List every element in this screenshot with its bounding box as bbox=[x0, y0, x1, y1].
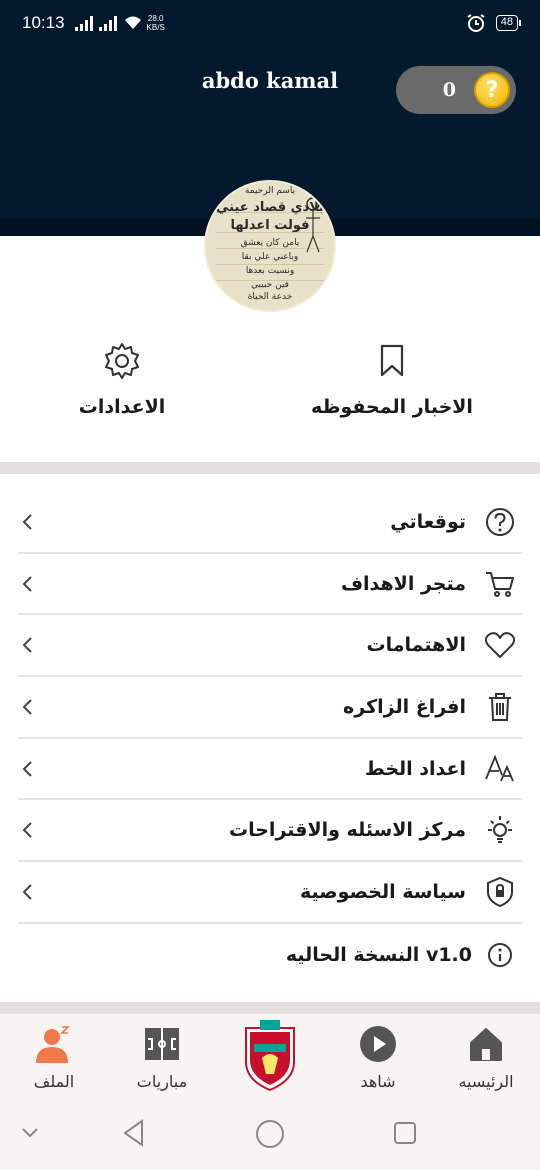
menu-item-label: متجر الاهداف bbox=[340, 572, 466, 595]
saved-news-label: الاخبار المحفوظه bbox=[311, 396, 473, 418]
home-icon bbox=[470, 1028, 502, 1061]
play-icon bbox=[360, 1026, 396, 1062]
settings-button[interactable]: الاعدادات bbox=[12, 340, 232, 418]
home-circle-icon[interactable] bbox=[254, 1118, 286, 1150]
chevron-left-icon bbox=[22, 637, 32, 653]
nav-profile-label: الملف bbox=[33, 1072, 75, 1091]
menu-item-label: افراغ الزاكره bbox=[343, 695, 466, 718]
menu-item-label: النسخة الحاليه v1.0 bbox=[285, 943, 472, 966]
avatar-handwriting: باسم الرحيمة bbox=[244, 186, 296, 196]
menu-item-label: توقعاتي bbox=[390, 510, 466, 533]
trash-icon bbox=[489, 692, 511, 721]
chevron-left-icon bbox=[22, 884, 32, 900]
saved-news-button[interactable]: الاخبار المحفوظه bbox=[282, 340, 502, 418]
menu-item-clear-cache[interactable]: افراغ الزاكره bbox=[18, 677, 522, 739]
bookmark-icon bbox=[380, 344, 404, 377]
back-icon[interactable] bbox=[120, 1118, 148, 1148]
quick-actions: الاخبار المحفوظه الاعدادات bbox=[0, 340, 540, 440]
alarm-icon bbox=[467, 14, 485, 32]
signal-icon bbox=[74, 15, 93, 31]
nav-profile[interactable]: الملف bbox=[6, 1024, 102, 1091]
avatar-sketch-icon bbox=[306, 197, 320, 253]
shield-lock-icon bbox=[487, 876, 513, 908]
question-circle-icon bbox=[486, 507, 514, 536]
liverpool-crest-icon bbox=[245, 1020, 295, 1092]
menu-item-privacy-policy[interactable]: سياسة الخصوصية bbox=[18, 862, 522, 924]
heart-icon bbox=[484, 632, 516, 659]
nav-matches[interactable]: مباريات bbox=[114, 1024, 210, 1091]
net-speed-value: 28.0 bbox=[147, 14, 164, 23]
status-time: 10:13 bbox=[22, 13, 65, 32]
chevron-left-icon bbox=[22, 514, 32, 530]
avatar-handwriting: خدعة الحياة bbox=[247, 292, 293, 302]
chevron-down-icon[interactable] bbox=[20, 1126, 40, 1140]
nav-matches-label: مباريات bbox=[136, 1072, 188, 1091]
menu-item-app-version: النسخة الحاليه v1.0 bbox=[18, 924, 522, 986]
avatar-handwriting: ونسيت بعدها bbox=[245, 266, 295, 276]
font-size-icon bbox=[485, 754, 514, 781]
nav-home-label: الرئيسيه bbox=[458, 1072, 514, 1091]
nav-home[interactable]: الرئيسيه bbox=[438, 1024, 534, 1091]
menu-item-help-center[interactable]: مركز الاسئله والاقتراحات bbox=[18, 800, 522, 863]
avatar-rule bbox=[216, 264, 324, 265]
section-divider bbox=[0, 1002, 540, 1014]
coins-balance[interactable]: 0 ? bbox=[396, 66, 516, 114]
menu-item-label: اعداد الخط bbox=[364, 757, 466, 780]
lightbulb-icon bbox=[488, 816, 512, 844]
pitch-icon bbox=[145, 1028, 179, 1060]
net-speed: 28.0 KB/S bbox=[147, 14, 165, 32]
nav-watch[interactable]: شاهد bbox=[330, 1024, 426, 1091]
gear-icon bbox=[105, 343, 139, 379]
coins-value: 0 bbox=[442, 79, 456, 101]
menu-item-goals-store[interactable]: متجر الاهداف bbox=[18, 554, 522, 616]
nav-club-logo[interactable] bbox=[222, 1018, 318, 1096]
nav-watch-label: شاهد bbox=[360, 1072, 396, 1091]
cart-icon bbox=[486, 571, 514, 597]
system-navigation bbox=[0, 1100, 540, 1170]
info-icon bbox=[488, 942, 512, 967]
avatar[interactable]: باسم الرحيمة بلادي قصاد عيني فولت اعدلها… bbox=[204, 180, 336, 312]
chevron-left-icon bbox=[22, 699, 32, 715]
bottom-navigation: الرئيسيه شاهد مباريات الملف bbox=[0, 1014, 540, 1100]
menu-item-interests[interactable]: الاهتمامات bbox=[18, 615, 522, 678]
settings-menu: توقعاتي متجر الاهداف الاهتمامات افراغ ال… bbox=[18, 492, 522, 986]
menu-item-font-settings[interactable]: اعداد الخط bbox=[18, 739, 522, 801]
user-sleep-icon bbox=[36, 1026, 70, 1063]
recent-apps-icon[interactable] bbox=[392, 1120, 418, 1146]
section-divider bbox=[0, 462, 540, 474]
avatar-handwriting: فين حبيبي bbox=[251, 280, 289, 290]
net-speed-unit: KB/S bbox=[146, 23, 165, 32]
coin-icon: ? bbox=[474, 72, 510, 108]
menu-item-predictions[interactable]: توقعاتي bbox=[18, 492, 522, 554]
chevron-left-icon bbox=[22, 822, 32, 838]
menu-item-label: سياسة الخصوصية bbox=[299, 880, 466, 903]
signal-icon-2 bbox=[98, 15, 117, 31]
settings-label: الاعدادات bbox=[78, 396, 166, 418]
wifi-icon bbox=[124, 16, 141, 29]
chevron-left-icon bbox=[22, 575, 32, 592]
menu-item-label: مركز الاسئله والاقتراحات bbox=[229, 819, 466, 842]
menu-item-label: الاهتمامات bbox=[366, 634, 466, 657]
battery-indicator: 48 bbox=[495, 15, 522, 31]
status-bar: 10:13 28.0 KB/S 48 bbox=[0, 0, 540, 46]
chevron-left-icon bbox=[22, 760, 32, 777]
